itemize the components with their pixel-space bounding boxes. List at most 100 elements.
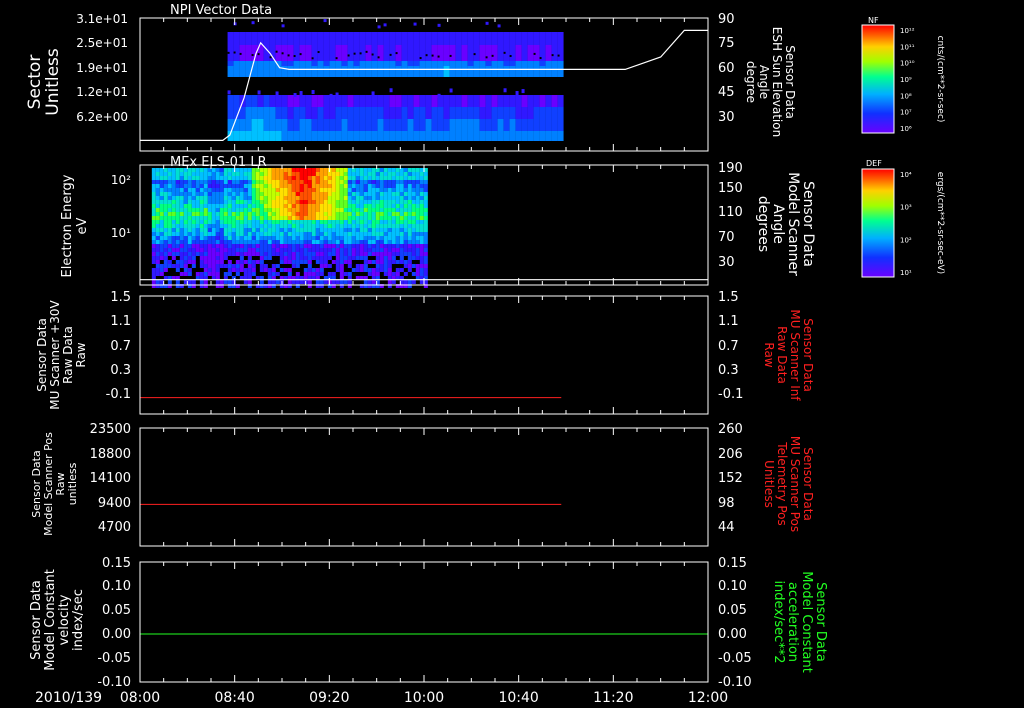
spectrogram-cell <box>191 204 196 208</box>
time-tick-label: 10:00 <box>404 690 444 706</box>
spectrogram-cell <box>415 184 420 188</box>
spectrogram-cell <box>359 95 366 107</box>
spectrogram-cell <box>411 252 416 256</box>
p4-left-label-line: unitless <box>66 462 79 505</box>
spectrogram-cell <box>399 252 404 256</box>
spectrogram-noise <box>251 21 255 25</box>
spectrogram-cell <box>383 107 390 119</box>
spectrogram-cell <box>235 176 240 180</box>
spectrogram-cell <box>199 172 204 176</box>
spectrogram-cell <box>383 240 388 244</box>
spectrogram-cell <box>203 244 208 248</box>
time-tick-label: 08:40 <box>214 690 254 706</box>
spectrogram-cell <box>211 208 216 212</box>
p5-left-tick: -0.05 <box>97 651 131 666</box>
spectrogram-cell <box>323 66 330 77</box>
spectrogram-cell <box>235 204 240 208</box>
spectrogram-cell <box>311 176 316 180</box>
spectrogram-cell <box>257 95 264 107</box>
spectrogram-cell <box>299 240 304 244</box>
spectrogram-cell <box>187 252 192 256</box>
panel-5-right-ticks: 0.15 0.10 0.05 0.00 -0.05 -0.10 <box>718 556 752 690</box>
spectrogram-cell <box>485 32 492 45</box>
spectrogram-cell <box>379 256 384 260</box>
spectrogram-cell <box>509 32 516 45</box>
spectrogram-cell <box>353 32 360 45</box>
spectrogram-cell <box>363 248 368 252</box>
spectrogram-cell <box>395 196 400 200</box>
spectrogram-cell <box>473 61 480 66</box>
spectrogram-cell <box>263 188 268 192</box>
spectrogram-cell <box>279 232 284 236</box>
spectrogram-cell <box>411 184 416 188</box>
spectrogram-cell <box>223 172 228 176</box>
spectrogram-cell <box>331 216 336 220</box>
spectrogram-cell <box>403 232 408 236</box>
spectrogram-cell <box>195 184 200 188</box>
spectrogram-cell <box>343 228 348 232</box>
spectrogram-cell <box>343 216 348 220</box>
spectrogram-cell <box>375 200 380 204</box>
spectrogram-cell <box>379 240 384 244</box>
spectrogram-cell <box>227 220 232 224</box>
spectrogram-cell <box>307 224 312 228</box>
spectrogram-cell <box>163 216 168 220</box>
spectrogram-cell <box>371 216 376 220</box>
spectrogram-cell <box>159 216 164 220</box>
spectrogram-cell <box>371 196 376 200</box>
spectrogram-cell <box>279 220 284 224</box>
spectrogram-cell <box>187 228 192 232</box>
spectrogram-cell <box>215 180 220 184</box>
spectrogram-cell <box>521 61 528 66</box>
spectrogram-cell <box>207 252 212 256</box>
spectrogram-cell <box>219 220 224 224</box>
spectrogram-cell <box>407 268 412 272</box>
spectrogram-cell <box>299 119 306 131</box>
spectrogram-cell <box>379 192 384 196</box>
spectrogram-cell <box>191 232 196 236</box>
spectrogram-cell <box>279 200 284 204</box>
spectrogram-cell <box>215 280 220 284</box>
spectrogram-cell <box>407 224 412 228</box>
spectrogram-cell <box>533 119 540 131</box>
spectrogram-cell <box>251 220 256 224</box>
panel-1-right-ticks: 90 75 60 45 30 <box>718 12 735 125</box>
spectrogram-cell <box>339 168 344 172</box>
spectrogram-cell <box>403 168 408 172</box>
spectrogram-cell <box>275 236 280 240</box>
spectrogram-cell <box>247 256 252 260</box>
spectrogram-cell <box>257 61 264 66</box>
spectrogram-cell <box>275 176 280 180</box>
colorbar-2-scale <box>862 169 894 277</box>
spectrogram-cell <box>383 200 388 204</box>
spectrogram-cell <box>315 204 320 208</box>
spectrogram-cell <box>399 228 404 232</box>
spectrogram-cell <box>239 256 244 260</box>
spectrogram-cell <box>335 256 340 260</box>
spectrogram-cell <box>415 272 420 276</box>
spectrogram-cell <box>279 248 284 252</box>
spectrogram-cell <box>423 232 428 236</box>
spectrogram-cell <box>415 208 420 212</box>
spectrogram-cell <box>391 272 396 276</box>
spectrogram-cell <box>323 256 328 260</box>
spectrogram-gap <box>293 55 296 58</box>
spectrogram-cell <box>219 228 224 232</box>
spectrogram-cell <box>443 66 450 77</box>
spectrogram-cell <box>415 256 420 260</box>
spectrogram-cell <box>183 200 188 204</box>
spectrogram-cell <box>299 228 304 232</box>
spectrogram-cell <box>419 208 424 212</box>
spectrogram-cell <box>271 184 276 188</box>
spectrogram-cell <box>503 61 510 66</box>
spectrogram-cell <box>527 107 534 119</box>
spectrogram-cell <box>259 184 264 188</box>
spectrogram-cell <box>377 95 384 107</box>
spectrogram-cell <box>295 216 300 220</box>
spectrogram-cell <box>267 240 272 244</box>
spectrogram-cell <box>207 176 212 180</box>
spectrogram-cell <box>287 212 292 216</box>
spectrogram-cell <box>371 119 378 131</box>
spectrogram-cell <box>343 232 348 236</box>
spectrogram-cell <box>231 236 236 240</box>
